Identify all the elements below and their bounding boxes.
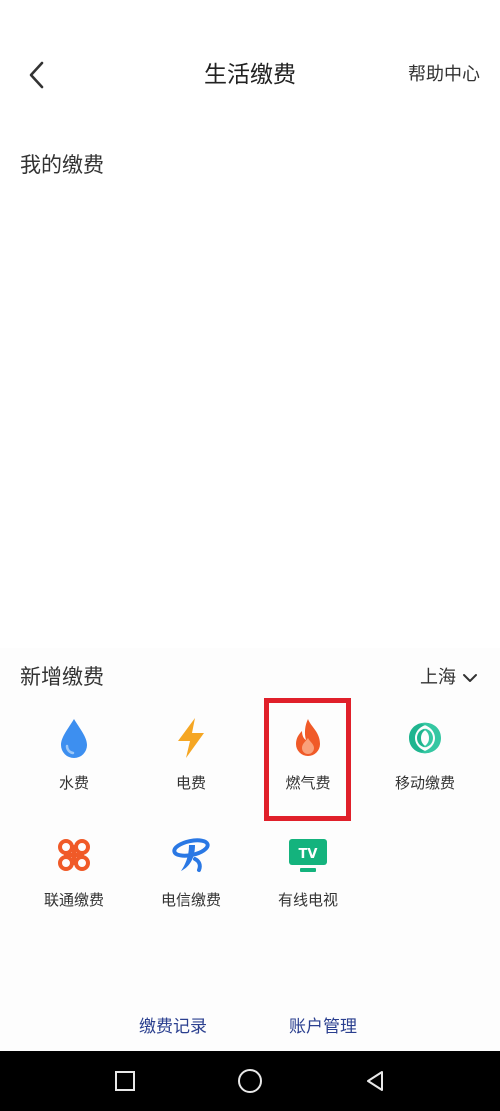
recents-button[interactable] (95, 1051, 155, 1111)
china-telecom-icon (172, 838, 210, 872)
china-mobile-icon (409, 722, 441, 754)
tile-label: 电费 (175, 774, 206, 792)
tile-unicom-fee[interactable]: 联通缴费 (15, 817, 133, 917)
square-nav-icon (115, 1071, 135, 1091)
lightning-icon (178, 718, 204, 758)
tile-label: 水费 (58, 774, 89, 792)
tile-water-fee[interactable]: 水费 (15, 700, 133, 800)
circle-home-icon (238, 1069, 262, 1093)
triangle-back-icon (367, 1071, 383, 1091)
water-drop-icon (61, 719, 87, 758)
svg-text:TV: TV (299, 847, 318, 862)
tile-mobile-fee[interactable]: 移动缴费 (366, 700, 484, 800)
city-selector[interactable]: 上海 (420, 664, 478, 692)
app-header: 生活缴费 帮助中心 (0, 0, 500, 150)
tile-telecom-fee[interactable]: 电信缴费 (132, 817, 250, 917)
city-label: 上海 (420, 667, 456, 688)
account-management-link[interactable]: 账户管理 (289, 1010, 357, 1044)
tile-cable-tv-fee[interactable]: TV 有线电视 (249, 817, 367, 917)
new-payments-title: 新增缴费 (20, 665, 104, 689)
tile-label: 移动缴费 (394, 774, 455, 792)
my-payments-title: 我的缴费 (20, 153, 104, 177)
china-unicom-icon (58, 839, 90, 871)
tile-electricity-fee[interactable]: 电费 (132, 700, 250, 800)
back-nav-button[interactable] (345, 1051, 405, 1111)
tile-label: 电信缴费 (160, 891, 221, 909)
tile-label: 联通缴费 (43, 891, 104, 909)
footer-links: 缴费记录 账户管理 (0, 1010, 500, 1046)
help-center-link[interactable]: 帮助中心 (408, 60, 480, 90)
chevron-down-icon (463, 674, 477, 682)
payment-records-link[interactable]: 缴费记录 (139, 1010, 207, 1044)
tile-label: 有线电视 (277, 891, 338, 909)
system-nav-bar (0, 1051, 500, 1111)
home-button[interactable] (220, 1051, 280, 1111)
tv-icon: TV (289, 839, 327, 872)
highlight-box (264, 698, 351, 821)
